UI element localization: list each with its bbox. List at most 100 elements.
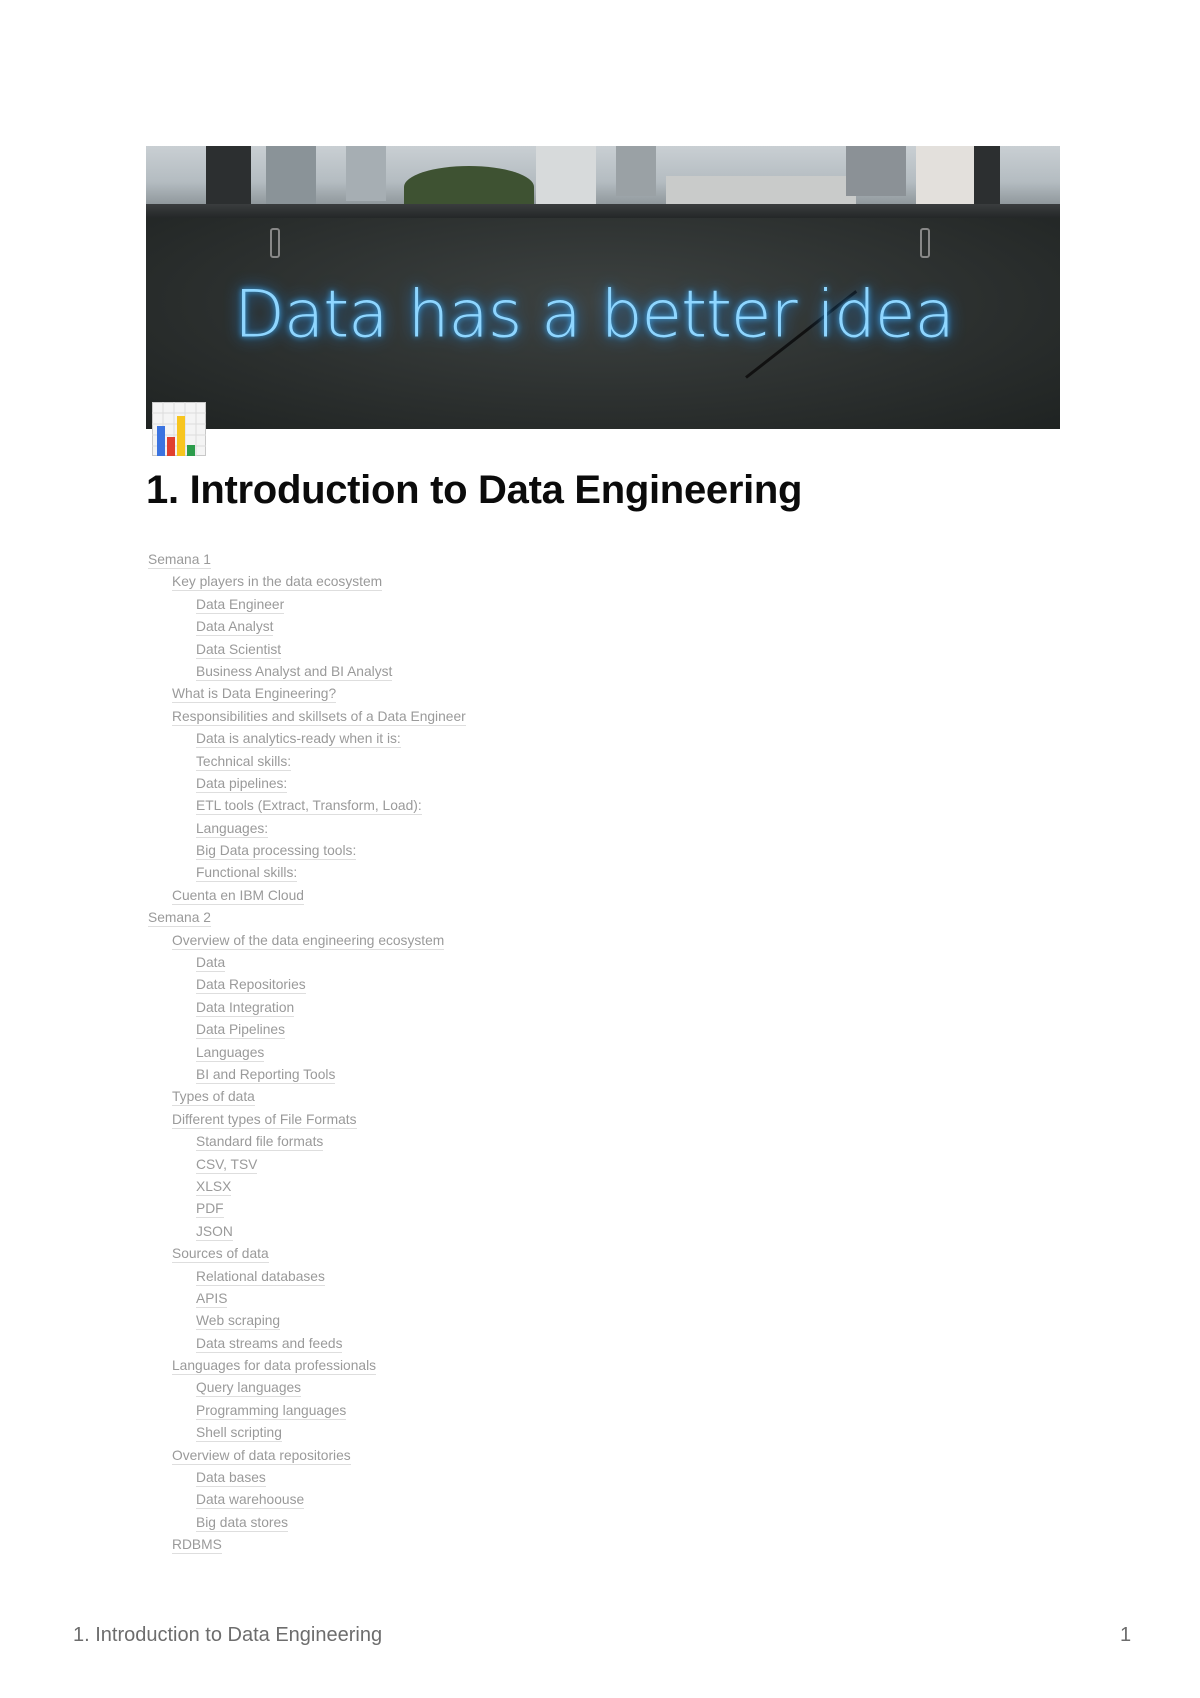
toc-link[interactable]: Different types of File Formats [172, 1111, 357, 1129]
toc-link[interactable]: Data streams and feeds [196, 1335, 343, 1353]
toc-item: Cuenta en IBM Cloud [148, 885, 466, 907]
page-title: 1. Introduction to Data Engineering [146, 468, 803, 512]
toc-item: Data Engineer [148, 594, 466, 616]
toc-link[interactable]: Sources of data [172, 1246, 269, 1264]
toc-item: Standard file formats [148, 1131, 466, 1153]
bar-chart-icon-graphic [152, 402, 206, 456]
toc-link[interactable]: Business Analyst and BI Analyst [196, 663, 393, 681]
toc-link[interactable]: Big Data processing tools: [196, 843, 357, 861]
cover-building [346, 146, 386, 201]
toc-link[interactable]: Standard file formats [196, 1134, 324, 1152]
toc-item: Big data stores [148, 1512, 466, 1534]
toc-item: Business Analyst and BI Analyst [148, 661, 466, 683]
toc-link[interactable]: JSON [196, 1223, 233, 1241]
toc-item: Semana 2 [148, 907, 466, 929]
toc-link[interactable]: Data Repositories [196, 977, 306, 995]
toc-link[interactable]: Query languages [196, 1380, 302, 1398]
toc-item: Overview of data repositories [148, 1445, 466, 1467]
toc-link[interactable]: Overview of the data engineering ecosyst… [172, 932, 445, 950]
toc-item: Query languages [148, 1377, 466, 1399]
window-frame [974, 146, 1000, 208]
toc-link[interactable]: Overview of data repositories [172, 1447, 351, 1465]
toc-link[interactable]: Data pipelines: [196, 775, 288, 793]
toc-item: Types of data [148, 1086, 466, 1108]
toc-item: Programming languages [148, 1400, 466, 1422]
footer-title: 1. Introduction to Data Engineering [73, 1624, 383, 1646]
toc-item: RDBMS [148, 1534, 466, 1556]
toc-link[interactable]: Shell scripting [196, 1425, 282, 1443]
hanging-hook [920, 228, 930, 258]
toc-link[interactable]: Data Pipelines [196, 1022, 285, 1040]
toc-item: BI and Reporting Tools [148, 1064, 466, 1086]
toc-link[interactable]: Relational databases [196, 1268, 325, 1286]
toc-link[interactable]: Languages: [196, 820, 269, 838]
table-of-contents: Semana 1 Key players in the data ecosyste… [148, 549, 466, 1557]
toc-item: Relational databases [148, 1266, 466, 1288]
toc-item: Overview of the data engineering ecosyst… [148, 930, 466, 952]
toc-link[interactable]: Data Engineer [196, 596, 285, 614]
toc-item: Data bases [148, 1467, 466, 1489]
toc-link[interactable]: Data [196, 955, 226, 973]
toc-item: XLSX [148, 1176, 466, 1198]
toc-item: Key players in the data ecosystem [148, 571, 466, 593]
toc-link[interactable]: Big data stores [196, 1514, 289, 1532]
toc-item: JSON [148, 1221, 466, 1243]
toc-link[interactable]: Semana 2 [148, 910, 211, 928]
toc-item: Web scraping [148, 1310, 466, 1332]
toc-link[interactable]: BI and Reporting Tools [196, 1066, 336, 1084]
bar-chart-icon [152, 402, 206, 456]
toc-link[interactable]: Responsibilities and skillsets of a Data… [172, 708, 466, 726]
toc-link[interactable]: Data warehoouse [196, 1492, 305, 1510]
toc-item: Shell scripting [148, 1422, 466, 1444]
toc-item: Semana 1 [148, 549, 466, 571]
toc-item: Data pipelines: [148, 773, 466, 795]
cover-building [266, 146, 316, 206]
toc-link[interactable]: What is Data Engineering? [172, 686, 337, 704]
toc-link[interactable]: Functional skills: [196, 865, 298, 883]
cover-building [666, 176, 856, 204]
cover-building [846, 146, 906, 196]
toc-link[interactable]: Languages [196, 1044, 265, 1062]
toc-link[interactable]: APIS [196, 1290, 228, 1308]
toc-item: Data Integration [148, 997, 466, 1019]
toc-link[interactable]: Languages for data professionals [172, 1358, 377, 1376]
toc-link[interactable]: Data Integration [196, 999, 295, 1017]
toc-item: Responsibilities and skillsets of a Data… [148, 706, 466, 728]
toc-link[interactable]: Web scraping [196, 1313, 281, 1331]
neon-sign-text: Data has a better idea [234, 276, 955, 353]
toc-item: Data [148, 952, 466, 974]
toc-link[interactable]: Data bases [196, 1470, 266, 1488]
toc-link[interactable]: Technical skills: [196, 753, 292, 771]
toc-item: ETL tools (Extract, Transform, Load): [148, 795, 466, 817]
toc-item: APIS [148, 1288, 466, 1310]
toc-item: PDF [148, 1198, 466, 1220]
toc-link[interactable]: Key players in the data ecosystem [172, 574, 383, 592]
hanging-hook [270, 228, 280, 258]
toc-link[interactable]: Semana 1 [148, 552, 211, 569]
toc-item: Data Scientist [148, 639, 466, 661]
toc-item: Big Data processing tools: [148, 840, 466, 862]
toc-item: Languages [148, 1042, 466, 1064]
toc-link[interactable]: Programming languages [196, 1402, 347, 1420]
toc-link[interactable]: Data Analyst [196, 619, 274, 637]
window-frame [206, 146, 251, 208]
toc-item: Sources of data [148, 1243, 466, 1265]
toc-item: Languages for data professionals [148, 1355, 466, 1377]
toc-item: Data streams and feeds [148, 1333, 466, 1355]
toc-link[interactable]: ETL tools (Extract, Transform, Load): [196, 798, 422, 816]
toc-link[interactable]: XLSX [196, 1178, 232, 1196]
toc-link[interactable]: Cuenta en IBM Cloud [172, 887, 304, 905]
toc-item: Different types of File Formats [148, 1109, 466, 1131]
toc-item: Data Pipelines [148, 1019, 466, 1041]
cover-building [616, 146, 656, 196]
toc-link[interactable]: CSV, TSV [196, 1156, 258, 1174]
window-sill [146, 204, 1060, 218]
toc-link[interactable]: PDF [196, 1201, 224, 1219]
footer-page-number: 1 [1120, 1624, 1132, 1646]
toc-link[interactable]: RDBMS [172, 1537, 222, 1555]
toc-link[interactable]: Data Scientist [196, 641, 282, 659]
toc-link[interactable]: Data is analytics-ready when it is: [196, 731, 401, 749]
toc-link[interactable]: Types of data [172, 1089, 255, 1107]
toc-item: Technical skills: [148, 751, 466, 773]
toc-item: Data Repositories [148, 974, 466, 996]
